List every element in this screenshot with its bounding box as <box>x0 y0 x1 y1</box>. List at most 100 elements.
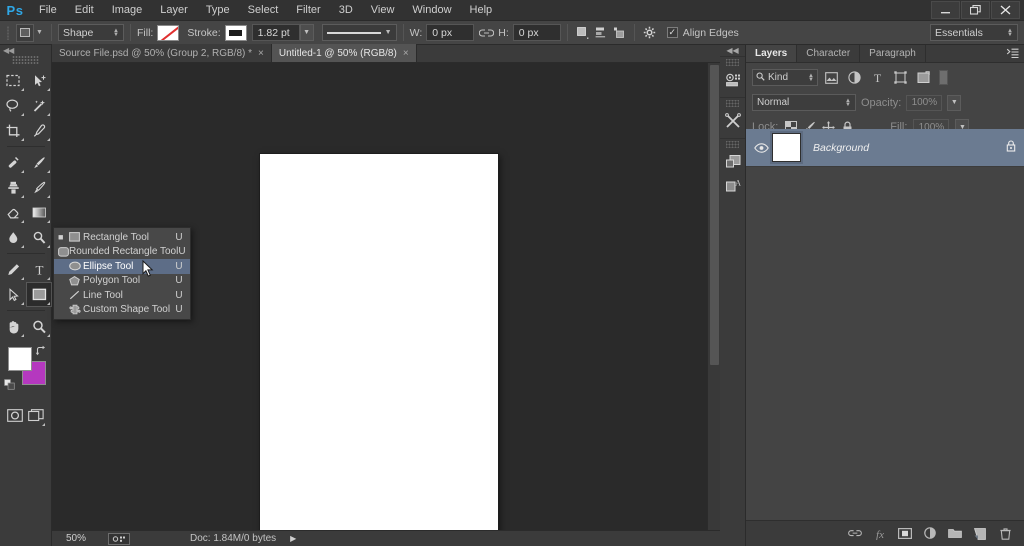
zoom-level-input[interactable]: 50% <box>66 532 100 545</box>
panel-menu-icon[interactable] <box>1005 48 1019 59</box>
menu-help[interactable]: Help <box>461 0 502 21</box>
magic-wand-tool[interactable] <box>26 93 52 118</box>
menu-edit[interactable]: Edit <box>66 0 103 21</box>
gear-icon[interactable] <box>641 24 659 42</box>
character-styles-panel-icon[interactable]: A <box>720 174 746 198</box>
layer-visibility-eye-icon[interactable] <box>750 142 772 153</box>
close-icon[interactable]: × <box>258 48 264 59</box>
flyout-item-rounded-rectangle-tool[interactable]: Rounded Rectangle Tool U <box>54 245 190 260</box>
filter-smart-object-icon[interactable] <box>914 69 933 87</box>
close-icon[interactable]: × <box>403 48 409 59</box>
layer-filter-kind-select[interactable]: Kind ▲ ▼ <box>752 69 818 86</box>
history-panel-icon[interactable] <box>720 150 746 174</box>
flyout-item-line-tool[interactable]: Line Tool U <box>54 288 190 303</box>
tools-panel-drag-handle[interactable] <box>12 55 39 65</box>
height-input[interactable]: 0 px <box>512 24 561 41</box>
menu-layer[interactable]: Layer <box>151 0 197 21</box>
path-arrangement-icon[interactable] <box>610 24 628 42</box>
adjustments-panel-icon[interactable] <box>720 109 746 133</box>
history-brush-tool[interactable] <box>26 175 52 200</box>
healing-brush-tool[interactable] <box>0 150 26 175</box>
layer-styles-fx-icon[interactable]: fx <box>873 527 887 541</box>
layer-thumbnail[interactable] <box>770 131 803 164</box>
shape-tool-preset-icon[interactable] <box>16 23 34 42</box>
menu-type[interactable]: Type <box>197 0 239 21</box>
blend-mode-select[interactable]: Normal ▲ ▼ <box>752 94 856 111</box>
rectangle-tool[interactable] <box>26 282 52 307</box>
clone-stamp-tool[interactable] <box>0 175 26 200</box>
dock-drag-handle[interactable] <box>726 59 739 66</box>
foreground-color-swatch[interactable] <box>8 347 32 371</box>
layer-row-background[interactable]: Background <box>746 129 1024 167</box>
expand-arrow-icon[interactable]: ▶ <box>290 534 296 543</box>
shape-mode-select[interactable]: Shape ▲ ▼ <box>58 24 124 41</box>
icon-dock-collapse-icon[interactable]: ◀◀ <box>720 45 745 56</box>
new-layer-icon[interactable] <box>973 527 987 541</box>
tool-preset-chevron-down-icon[interactable]: ▼ <box>34 24 45 42</box>
filter-shape-icon[interactable] <box>891 69 910 87</box>
restore-button[interactable] <box>961 1 990 19</box>
menu-window[interactable]: Window <box>403 0 460 21</box>
close-button[interactable] <box>991 1 1020 19</box>
zoom-tool[interactable] <box>26 314 52 339</box>
stroke-swatch-button[interactable] <box>224 24 247 41</box>
menu-3d[interactable]: 3D <box>330 0 362 21</box>
color-swatches-panel-icon[interactable] <box>720 68 746 92</box>
layers-list[interactable]: Background <box>746 129 1024 514</box>
new-group-icon[interactable] <box>948 527 962 541</box>
tab-paragraph[interactable]: Paragraph <box>860 45 926 62</box>
eraser-tool[interactable] <box>0 200 26 225</box>
menu-filter[interactable]: Filter <box>287 0 329 21</box>
blur-tool[interactable] <box>0 225 26 250</box>
stroke-width-chevron-down-icon[interactable]: ▼ <box>299 24 314 41</box>
menu-view[interactable]: View <box>362 0 404 21</box>
quick-mask-icon[interactable] <box>4 403 26 428</box>
layer-name-label[interactable]: Background <box>813 142 1006 154</box>
hand-tool[interactable] <box>0 314 26 339</box>
width-input[interactable]: 0 px <box>426 24 475 41</box>
delete-layer-icon[interactable] <box>998 527 1012 541</box>
path-operations-icon[interactable] <box>574 24 592 42</box>
fill-swatch-button[interactable] <box>157 24 180 41</box>
move-tool[interactable] <box>26 68 52 93</box>
pen-tool[interactable] <box>0 257 26 282</box>
flyout-item-custom-shape-tool[interactable]: Custom Shape Tool U <box>54 303 190 318</box>
add-layer-mask-icon[interactable] <box>898 527 912 541</box>
scrollbar-thumb[interactable] <box>710 65 719 365</box>
gradient-tool[interactable] <box>26 200 52 225</box>
link-layers-icon[interactable] <box>848 527 862 541</box>
document-tab-source-file[interactable]: Source File.psd @ 50% (Group 2, RGB/8) *… <box>52 44 272 62</box>
dodge-tool[interactable] <box>26 225 52 250</box>
marquee-tool[interactable] <box>0 68 26 93</box>
canvas-vertical-scrollbar[interactable] <box>707 63 720 530</box>
options-bar-grip[interactable] <box>4 24 12 42</box>
tools-panel-collapse-icon[interactable]: ◀◀ <box>0 45 51 55</box>
workspace-select[interactable]: Essentials ▲ ▼ <box>930 24 1018 41</box>
flyout-item-rectangle-tool[interactable]: ■ Rectangle Tool U <box>54 230 190 245</box>
crop-tool[interactable] <box>0 118 26 143</box>
menu-image[interactable]: Image <box>103 0 152 21</box>
brush-tool[interactable] <box>26 150 52 175</box>
stroke-width-input[interactable]: 1.82 pt <box>251 24 300 41</box>
new-adjustment-layer-icon[interactable] <box>923 527 937 541</box>
filter-type-icon[interactable]: T <box>868 69 887 87</box>
opacity-input[interactable]: 100% <box>906 94 943 111</box>
menu-file[interactable]: File <box>30 0 66 21</box>
swap-colors-icon[interactable] <box>35 345 46 358</box>
dock-drag-handle[interactable] <box>726 100 739 107</box>
tab-layers[interactable]: Layers <box>746 45 798 62</box>
document-tab-untitled-1[interactable]: Untitled-1 @ 50% (RGB/8) × <box>271 44 417 62</box>
document-canvas[interactable] <box>260 154 498 530</box>
minimize-button[interactable] <box>931 1 960 19</box>
path-selection-tool[interactable] <box>0 282 26 307</box>
path-alignment-icon[interactable] <box>592 24 610 42</box>
lasso-tool[interactable] <box>0 93 26 118</box>
filter-enable-toggle[interactable] <box>939 70 948 85</box>
tab-character[interactable]: Character <box>797 45 861 62</box>
dock-drag-handle[interactable] <box>726 141 739 148</box>
eyedropper-tool[interactable] <box>26 118 52 143</box>
stroke-style-select[interactable]: ▼ <box>321 24 397 41</box>
type-tool[interactable]: T <box>26 257 52 282</box>
flyout-item-polygon-tool[interactable]: Polygon Tool U <box>54 274 190 289</box>
link-dimensions-icon[interactable] <box>477 24 495 42</box>
